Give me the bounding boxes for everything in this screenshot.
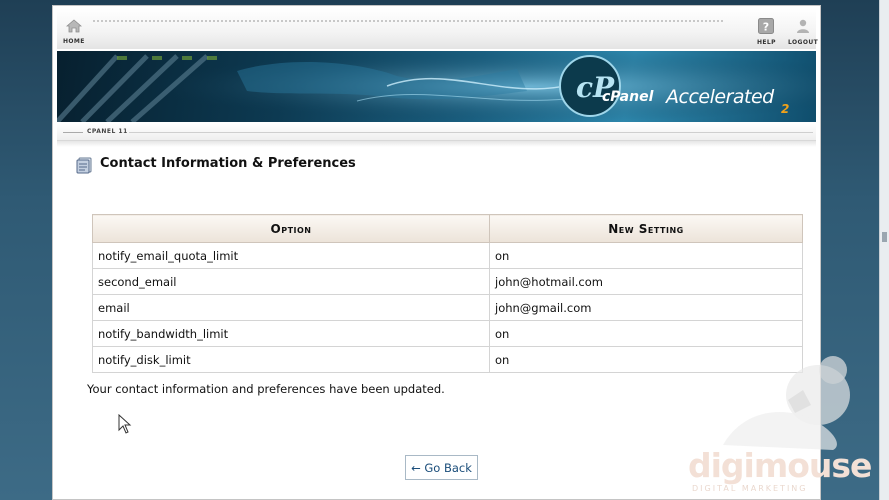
- watermark-text: digimouse: [688, 446, 872, 485]
- status-message: Your contact information and preferences…: [87, 382, 445, 396]
- toolbar-divider: [93, 20, 723, 22]
- option-cell: notify_bandwidth_limit: [92, 320, 490, 347]
- top-toolbar: HOME ? HELP LOGOUT: [57, 9, 818, 49]
- tab-bar: CPANEL 11: [57, 124, 816, 141]
- page-title: Contact Information & Preferences: [100, 156, 356, 171]
- window-scrollbar[interactable]: [879, 0, 889, 500]
- go-back-label: ← Go Back: [411, 460, 472, 475]
- svg-text:?: ?: [763, 21, 769, 34]
- logout-label: LOGOUT: [788, 39, 819, 46]
- tab-line-left: [63, 132, 83, 133]
- help-button[interactable]: ? HELP: [757, 18, 776, 46]
- setting-cell: on: [489, 320, 803, 347]
- contact-card-icon: [76, 157, 92, 174]
- column-header-option: Option: [92, 214, 490, 243]
- scrollbar-thumb[interactable]: [882, 232, 887, 242]
- table-row: notify_bandwidth_limit on: [92, 320, 803, 347]
- help-label: HELP: [757, 39, 776, 46]
- watermark-subtext: DIGITAL MARKETING: [692, 484, 808, 493]
- logout-button[interactable]: LOGOUT: [788, 18, 818, 46]
- table-row: email john@gmail.com: [92, 294, 803, 321]
- setting-cell: john@hotmail.com: [489, 268, 803, 295]
- setting-cell: on: [489, 242, 803, 269]
- cpanel-logo-suffix: Accelerated: [666, 86, 774, 108]
- home-icon: [65, 19, 82, 33]
- table-header-row: Option New Setting: [92, 214, 803, 243]
- tab-cpanel-11[interactable]: CPANEL 11: [87, 128, 128, 135]
- cpanel-banner: cP cPanel Accelerated 2: [57, 51, 816, 122]
- setting-cell: john@gmail.com: [489, 294, 803, 321]
- mouse-cursor-icon: [118, 414, 132, 434]
- column-header-new-setting: New Setting: [489, 214, 803, 243]
- cpanel-logo-text: cPanel: [602, 89, 654, 105]
- option-cell: email: [92, 294, 490, 321]
- go-back-button[interactable]: ← Go Back: [405, 455, 478, 480]
- table-row: second_email john@hotmail.com: [92, 268, 803, 295]
- home-label: HOME: [63, 38, 85, 45]
- option-cell: notify_disk_limit: [92, 346, 490, 373]
- cpanel-logo-version: 2: [781, 102, 790, 116]
- tab-shadow: [57, 141, 816, 147]
- option-cell: notify_email_quota_limit: [92, 242, 490, 269]
- table-row: notify_email_quota_limit on: [92, 242, 803, 269]
- option-cell: second_email: [92, 268, 490, 295]
- help-icon: ?: [758, 18, 775, 34]
- tab-line-right: [129, 132, 813, 133]
- home-button[interactable]: HOME: [63, 18, 85, 45]
- user-icon: [797, 19, 810, 33]
